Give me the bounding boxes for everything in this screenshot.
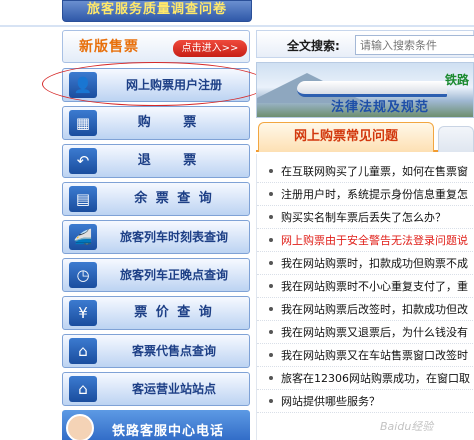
- list-item[interactable]: 我在网站购票时，扣款成功但购票不成: [257, 252, 474, 275]
- faq-text: 我在网站购票后改签时，扣款成功但改: [281, 303, 468, 316]
- menu-refund-label: 退 票: [137, 153, 211, 168]
- faq-text: 我在网站购票时，扣款成功但购票不成: [281, 257, 468, 270]
- menu-user-register-label: 网上购票用户注册: [125, 78, 222, 92]
- watermark: Baidu经验: [380, 420, 434, 433]
- new-ticket-title: 新版售票: [79, 39, 139, 55]
- list-item[interactable]: 我在网站购票后改签时，扣款成功但改: [257, 298, 474, 321]
- bullet-icon: [269, 169, 273, 173]
- menu-train-delay[interactable]: ◷ 旅客列车正晚点查询: [62, 258, 250, 292]
- bullet-icon: [269, 353, 273, 357]
- tab-faq[interactable]: 网上购票常见问题: [258, 122, 434, 152]
- tab-secondary[interactable]: [438, 126, 474, 152]
- menu-agency-points[interactable]: ⌂ 客票代售点查询: [62, 334, 250, 368]
- list-item[interactable]: 旅客在12306网站购票成功，在窗口取: [257, 367, 474, 390]
- bullet-icon: [269, 284, 273, 288]
- refund-arrow-icon: ↶: [69, 148, 97, 174]
- high-speed-train-banner[interactable]: 铁路 法律法规及规范: [256, 62, 474, 118]
- search-label: 全文搜索:: [287, 39, 340, 53]
- enter-button[interactable]: 点击进入>>: [173, 40, 247, 57]
- banner-tag-regulations: 法律法规及规范: [331, 100, 430, 115]
- menu-fare[interactable]: ¥ 票 价 查 询: [62, 296, 250, 330]
- bullet-icon: [269, 215, 273, 219]
- hotline-label: 铁路客服中心电话: [112, 424, 225, 439]
- survey-banner-link[interactable]: 旅客服务质量调查问卷: [62, 0, 252, 22]
- shop-icon: ⌂: [69, 338, 97, 364]
- search-input[interactable]: [355, 35, 474, 55]
- bullet-icon: [269, 261, 273, 265]
- service-agent-avatar: [66, 414, 94, 440]
- menu-buy-ticket[interactable]: ▦ 购 票: [62, 106, 250, 140]
- train-icon: 🚄: [69, 224, 97, 250]
- hotline-banner[interactable]: 铁路客服中心电话: [62, 410, 250, 440]
- faq-text: 网上购票由于安全警告无法登录问题说: [281, 234, 468, 247]
- list-item[interactable]: 网站提供哪些服务？: [257, 390, 474, 413]
- bullet-icon: [269, 307, 273, 311]
- faq-tab-bar: 网上购票常见问题: [256, 122, 474, 152]
- ticket-grid-icon: ▤: [69, 186, 97, 212]
- list-item[interactable]: 网上购票由于安全警告无法登录问题说: [257, 229, 474, 252]
- menu-refund[interactable]: ↶ 退 票: [62, 144, 250, 178]
- faq-text: 旅客在12306网站购票成功，在窗口取: [281, 372, 470, 385]
- list-item[interactable]: 购买实名制车票后丢失了怎么办？: [257, 206, 474, 229]
- new-ticket-panel: 新版售票 点击进入>>: [62, 30, 250, 63]
- faq-text: 注册用户时，系统提示身份信息重复怎: [281, 188, 468, 201]
- faq-text: 购买实名制车票后丢失了怎么办？: [281, 211, 446, 224]
- faq-list: 在互联网购买了儿童票，如何在售票窗 注册用户时，系统提示身份信息重复怎 购买实名…: [256, 154, 474, 440]
- list-item[interactable]: 注册用户时，系统提示身份信息重复怎: [257, 183, 474, 206]
- faq-text: 网站提供哪些服务？: [281, 395, 380, 408]
- faq-text: 我在网站购票又在车站售票窗口改签时: [281, 349, 468, 362]
- bullet-icon: [269, 330, 273, 334]
- list-item[interactable]: 我在网站购票又在车站售票窗口改签时: [257, 344, 474, 367]
- menu-stations-label: 客运营业站站点: [131, 382, 216, 396]
- banner-tag-railway: 铁路: [444, 73, 469, 87]
- menu-remaining-tickets[interactable]: ▤ 余 票 查 询: [62, 182, 250, 216]
- clock-icon: ◷: [69, 262, 97, 288]
- list-item[interactable]: 我在网站购票又退票后，为什么钱没有: [257, 321, 474, 344]
- bullet-icon: [269, 238, 273, 242]
- bullet-icon: [269, 376, 273, 380]
- top-divider: [0, 25, 474, 27]
- list-item[interactable]: 我在网站购票时不小心重复支付了，重: [257, 275, 474, 298]
- user-register-icon: 👤: [69, 72, 97, 98]
- menu-stations[interactable]: ⌂ 客运营业站站点: [62, 372, 250, 406]
- menu-timetable-label: 旅客列车时刻表查询: [119, 230, 228, 244]
- menu-train-delay-label: 旅客列车正晚点查询: [119, 268, 228, 282]
- station-house-icon: ⌂: [69, 376, 97, 402]
- menu-remaining-tickets-label: 余 票 查 询: [134, 191, 214, 206]
- faq-text: 我在网站购票又退票后，为什么钱没有: [281, 326, 468, 339]
- faq-text: 在互联网购买了儿童票，如何在售票窗: [281, 165, 468, 178]
- menu-timetable[interactable]: 🚄 旅客列车时刻表查询: [62, 220, 250, 254]
- menu-user-register[interactable]: 👤 网上购票用户注册: [62, 68, 250, 102]
- yen-icon: ¥: [69, 300, 97, 326]
- bullet-icon: [269, 399, 273, 403]
- menu-agency-points-label: 客票代售点查询: [131, 344, 216, 358]
- list-item[interactable]: 在互联网购买了儿童票，如何在售票窗: [257, 160, 474, 183]
- menu-fare-label: 票 价 查 询: [134, 305, 214, 320]
- faq-text: 我在网站购票时不小心重复支付了，重: [281, 280, 468, 293]
- bullet-icon: [269, 192, 273, 196]
- train-image: [297, 81, 447, 97]
- ticket-purchase-icon: ▦: [69, 110, 97, 136]
- full-text-search: 全文搜索:: [256, 30, 474, 58]
- menu-buy-ticket-label: 购 票: [137, 115, 211, 130]
